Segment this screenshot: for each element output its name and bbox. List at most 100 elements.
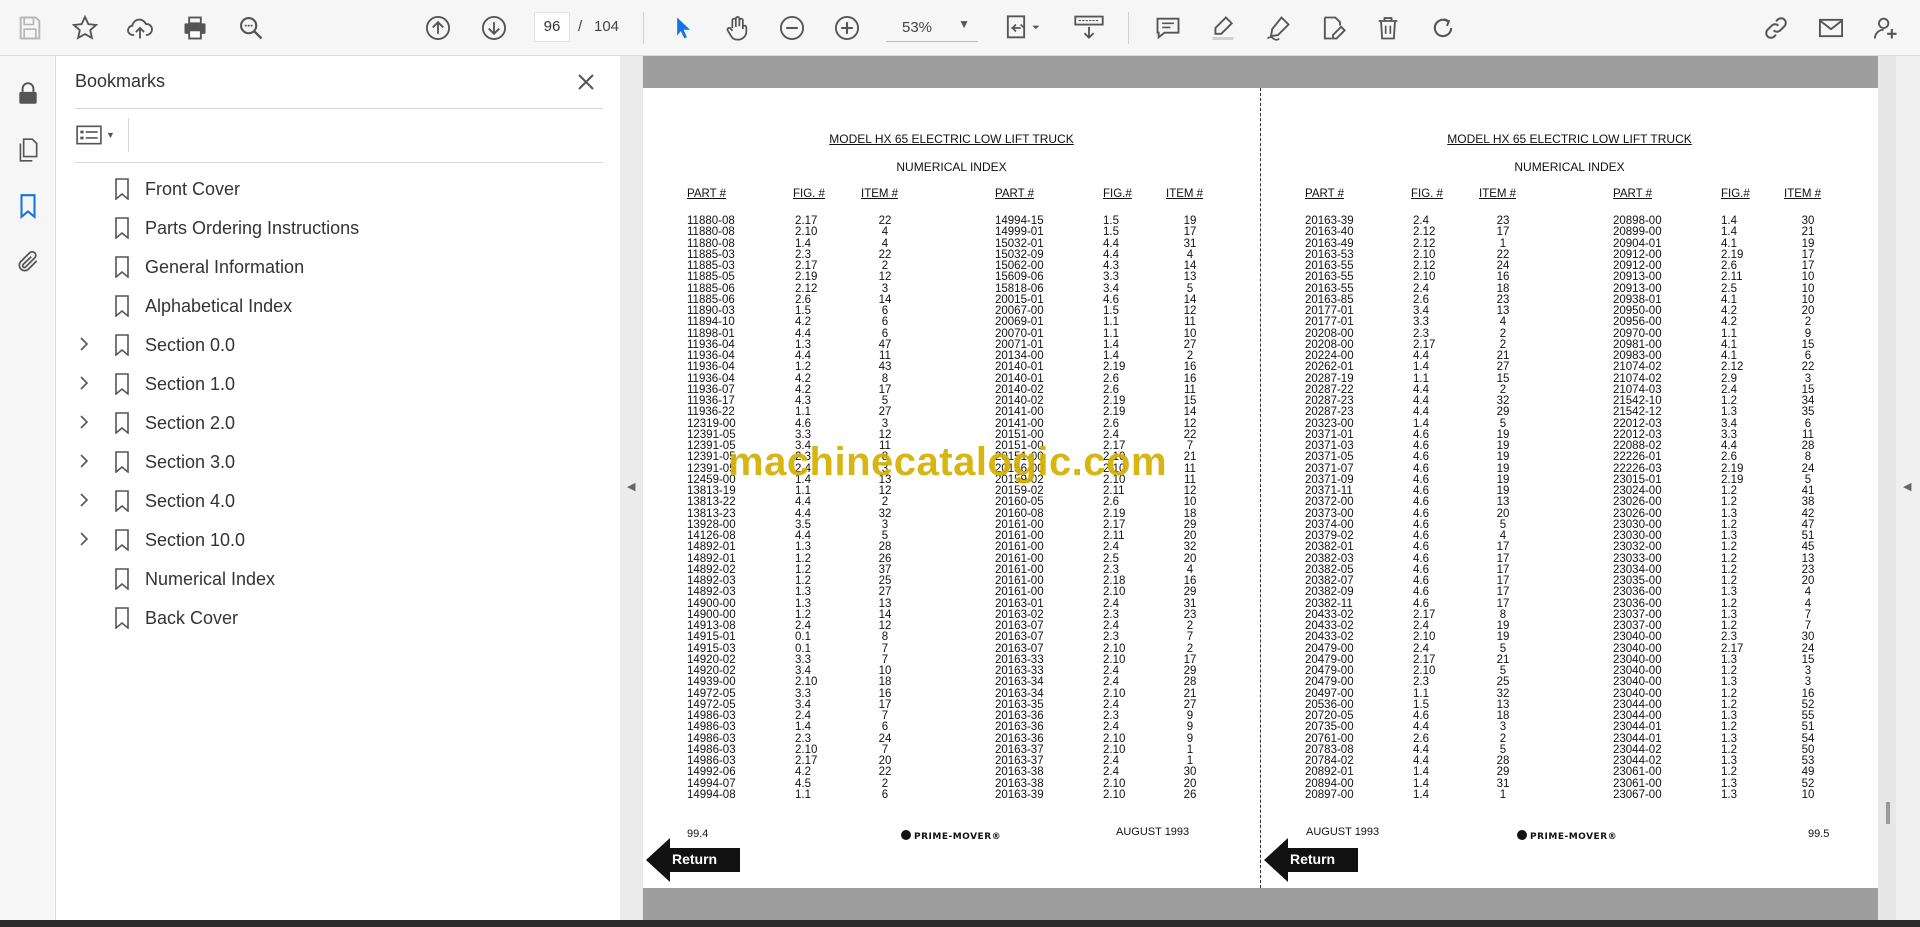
cloud-upload-icon[interactable] <box>122 10 158 46</box>
print-icon[interactable] <box>177 10 213 46</box>
find-zoom-icon[interactable] <box>233 10 269 46</box>
bookmark-item[interactable]: General Information <box>76 252 596 282</box>
scrollbar-thumb[interactable] <box>1886 802 1890 824</box>
part-number-cell: 21542-12 <box>1613 406 1662 419</box>
figure-cell: 2.4 <box>1103 721 1119 734</box>
zoom-in-icon[interactable] <box>829 10 865 46</box>
part-number-cell: 20069-01 <box>995 316 1044 329</box>
column-header: ITEM # <box>861 188 899 200</box>
item-cell: 24 <box>1801 462 1815 475</box>
previous-page-icon[interactable] <box>420 10 456 46</box>
figure-cell: 2.3 <box>1413 676 1429 689</box>
item-cell: 20 <box>1496 507 1510 520</box>
highlight-icon[interactable] <box>1205 10 1241 46</box>
share-link-icon[interactable] <box>1758 10 1794 46</box>
item-cell: 27 <box>878 586 892 599</box>
page-title: MODEL HX 65 ELECTRIC LOW LIFT TRUCK <box>643 132 1260 146</box>
select-cursor-icon[interactable] <box>665 10 701 46</box>
chevron-right-icon[interactable] <box>76 414 92 430</box>
chevron-right-icon[interactable] <box>76 375 92 391</box>
bookmarks-icon[interactable] <box>12 190 44 222</box>
attachments-icon[interactable] <box>12 246 44 278</box>
chevron-right-icon[interactable] <box>76 453 92 469</box>
return-button[interactable]: Return <box>1264 838 1360 882</box>
bookmark-item[interactable]: Section 4.0 <box>76 486 596 516</box>
bookmark-icon <box>115 295 129 317</box>
item-cell: 4 <box>1804 597 1812 610</box>
collapse-left-icon[interactable]: ◀ <box>627 480 635 493</box>
bookmark-icon <box>115 451 129 473</box>
item-cell: 20 <box>1183 552 1197 565</box>
item-cell: 31 <box>1183 237 1197 250</box>
part-number-cell: 11936-04 <box>687 372 735 385</box>
lock-icon[interactable] <box>12 78 44 110</box>
item-cell: 7 <box>881 642 889 655</box>
bookmark-label: General Information <box>145 257 305 277</box>
panel-splitter[interactable]: ◀ <box>620 56 642 920</box>
zoom-level-value: 53% <box>902 19 933 36</box>
figure-cell: 2.12 <box>1721 361 1744 374</box>
email-icon[interactable] <box>1813 10 1849 46</box>
figure-cell: 4.4 <box>795 327 811 340</box>
zoom-level-select[interactable]: 53% ▼ <box>886 12 978 42</box>
part-number-cell: 20970-00 <box>1613 327 1662 340</box>
bookmark-item[interactable]: Section 1.0 <box>76 369 596 399</box>
bookmark-item[interactable]: Section 3.0 <box>76 447 596 477</box>
figure-cell: 1.3 <box>1721 732 1737 745</box>
pdf-page-right: MODEL HX 65 ELECTRIC LOW LIFT TRUCK NUMER… <box>1261 88 1878 888</box>
scroll-mode-icon[interactable] <box>1069 10 1109 46</box>
add-user-icon[interactable] <box>1868 10 1904 46</box>
return-button[interactable]: Return <box>646 838 742 882</box>
part-number-cell: 20163-07 <box>995 642 1044 655</box>
chevron-right-icon[interactable] <box>76 531 92 547</box>
expand-right-icon[interactable]: ◀ <box>1903 480 1911 493</box>
item-cell: 13 <box>1496 496 1510 509</box>
zoom-out-icon[interactable] <box>774 10 810 46</box>
figure-cell: 2.12 <box>1413 237 1436 250</box>
page-thumbnails-icon[interactable] <box>12 134 44 166</box>
chevron-right-icon[interactable] <box>76 336 92 352</box>
bookmark-item[interactable]: Section 10.0 <box>76 525 596 555</box>
options-separator <box>128 118 129 152</box>
close-icon[interactable] <box>574 70 598 94</box>
part-number-cell: 23040-00 <box>1613 676 1662 689</box>
item-cell: 3 <box>881 417 889 430</box>
figure-cell: 2.19 <box>1721 462 1744 475</box>
item-cell: 5 <box>1186 282 1194 295</box>
bookmark-item[interactable]: Section 0.0 <box>76 330 596 360</box>
page-fit-icon[interactable] <box>998 10 1048 46</box>
bookmark-item[interactable]: Parts Ordering Instructions <box>76 213 596 243</box>
page-number-input[interactable]: 96 <box>534 12 570 42</box>
save-icon[interactable] <box>12 10 48 46</box>
star-icon[interactable] <box>67 10 103 46</box>
right-panel-toggle[interactable]: ◀ <box>1896 56 1920 920</box>
item-cell: 14 <box>1183 406 1197 419</box>
item-cell: 51 <box>1801 721 1815 734</box>
bookmark-item[interactable]: Front Cover <box>76 174 596 204</box>
bookmark-item[interactable]: Section 2.0 <box>76 408 596 438</box>
bookmark-item[interactable]: Back Cover <box>76 603 596 633</box>
brand-mark-icon <box>1517 830 1527 840</box>
bookmark-item[interactable]: Alphabetical Index <box>76 291 596 321</box>
rotate-icon[interactable] <box>1425 10 1461 46</box>
figure-cell: 1.1 <box>1413 687 1429 700</box>
bookmark-icon <box>115 178 129 200</box>
hand-tool-icon[interactable] <box>719 10 755 46</box>
draw-pen-icon[interactable] <box>1260 10 1296 46</box>
figure-cell: 1.4 <box>795 237 811 250</box>
comment-icon[interactable] <box>1150 10 1186 46</box>
item-cell: 19 <box>1496 462 1510 475</box>
part-number-cell: 20161-00 <box>995 541 1044 554</box>
bookmark-options-button[interactable]: ▼ <box>76 120 122 150</box>
item-cell: 17 <box>1496 226 1510 239</box>
figure-cell: 2.4 <box>1103 541 1119 554</box>
edit-pdf-icon[interactable] <box>1315 10 1351 46</box>
bookmark-label: Section 0.0 <box>145 335 236 355</box>
chevron-right-icon[interactable] <box>76 492 92 508</box>
next-page-icon[interactable] <box>476 10 512 46</box>
item-cell: 26 <box>878 552 892 565</box>
delete-icon[interactable] <box>1370 10 1406 46</box>
bookmark-item[interactable]: Numerical Index <box>76 564 596 594</box>
item-cell: 2 <box>881 777 889 790</box>
part-number-cell: 14992-06 <box>687 766 736 779</box>
